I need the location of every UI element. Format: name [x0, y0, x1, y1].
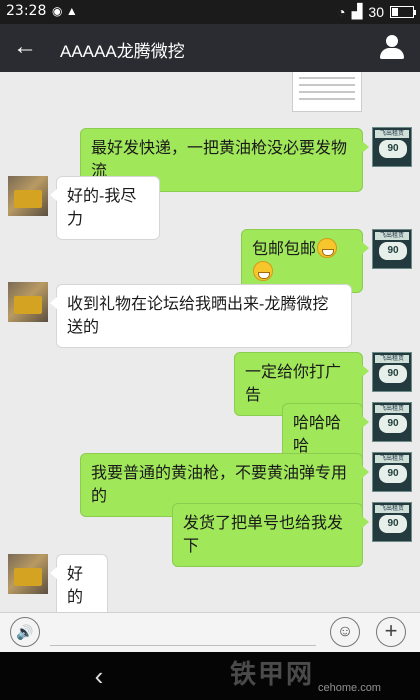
profile-icon: ▲	[65, 4, 78, 18]
my-avatar[interactable]: 飞出租赁 90	[372, 502, 412, 542]
avatar-badge: 90	[379, 140, 407, 158]
avatar-badge: 90	[379, 365, 407, 383]
contact-avatar[interactable]	[8, 554, 48, 594]
grin-emoji-icon	[253, 261, 273, 281]
avatar-top-text: 飞出租赁	[375, 355, 409, 363]
contact-avatar[interactable]	[8, 282, 48, 322]
status-right: ◔ ▟ 30	[337, 3, 416, 20]
my-avatar[interactable]: 飞出租赁 90	[372, 127, 412, 167]
my-avatar[interactable]: 飞出租赁 90	[372, 452, 412, 492]
nav-back-icon[interactable]: ‹	[86, 661, 112, 691]
navigation-bar: ‹ 铁甲网 cehome.com	[0, 652, 420, 700]
battery-icon	[390, 5, 416, 18]
message-text: 一定给你打广告	[245, 364, 342, 404]
chat-area[interactable]: 最好发快递，一把黄油枪没必要发物流 飞出租赁 90 好的-我尽力 包邮包邮 飞出…	[0, 72, 420, 612]
message-bubble-outgoing[interactable]: 发货了把单号也给我发下	[172, 503, 369, 567]
input-bar: 🔊 ☺ +	[0, 612, 420, 652]
message-text: 最好发快递，一把黄油枪没必要发物流	[91, 140, 348, 180]
message-text: 包邮包邮	[252, 241, 317, 258]
preview-line	[299, 84, 355, 86]
wifi-icon: ◔	[337, 3, 346, 20]
back-arrow-icon[interactable]: ←	[10, 32, 40, 62]
my-avatar[interactable]: 飞出租赁 90	[372, 352, 412, 392]
signal-icon: ▟	[351, 3, 363, 19]
message-text: 好的	[67, 566, 84, 606]
avatar-top-text: 飞出租赁	[375, 232, 409, 240]
message-text: 好的-我尽力	[67, 188, 137, 228]
eye-icon: ◉	[52, 4, 63, 18]
avatar-badge: 90	[379, 515, 407, 533]
avatar-badge: 90	[379, 415, 407, 433]
status-bar: 23:28 ◉ ▲ ◔ ▟ 30	[0, 0, 420, 24]
my-avatar[interactable]: 飞出租赁 90	[372, 229, 412, 269]
profile-shoulders	[380, 48, 404, 59]
avatar-top-text: 飞出租赁	[375, 505, 409, 513]
battery-text: 30	[368, 3, 384, 20]
avatar-badge: 90	[379, 242, 407, 260]
contact-avatar[interactable]	[8, 176, 48, 216]
message-bubble-incoming[interactable]: 好的-我尽力	[50, 176, 160, 240]
message-text: 收到礼物在论坛给我晒出来-龙腾微挖送的	[67, 296, 329, 336]
image-message-preview[interactable]	[292, 72, 362, 112]
preview-line	[299, 98, 355, 100]
voice-input-icon[interactable]: 🔊	[10, 617, 40, 647]
chat-profile-icon[interactable]	[380, 35, 404, 61]
chat-title: AAAAA龙腾微挖	[60, 42, 185, 61]
preview-line	[299, 77, 355, 79]
status-time: 23:28	[6, 3, 47, 19]
avatar-badge: 90	[379, 465, 407, 483]
watermark: 铁甲网	[230, 659, 315, 689]
plus-icon[interactable]: +	[376, 617, 406, 647]
message-input[interactable]	[50, 622, 316, 646]
message-bubble-incoming[interactable]: 好的	[50, 554, 108, 612]
grin-emoji-icon	[317, 238, 338, 258]
message-text: 发货了把单号也给我发下	[183, 515, 344, 555]
preview-line	[299, 91, 355, 93]
notification-icons: ◉ ▲	[52, 4, 78, 18]
message-text: 哈哈哈哈	[293, 415, 342, 455]
message-text: 我要普通的黄油枪，不要黄油弹专用的	[91, 465, 348, 505]
avatar-top-text: 飞出租赁	[375, 130, 409, 138]
avatar-top-text: 飞出租赁	[375, 455, 409, 463]
watermark-url: cehome.com	[318, 682, 381, 694]
profile-head	[386, 35, 398, 47]
battery-level	[392, 7, 398, 16]
message-bubble-incoming[interactable]: 收到礼物在论坛给我晒出来-龙腾微挖送的	[50, 284, 352, 348]
title-bar: ← AAAAA龙腾微挖	[0, 24, 420, 72]
avatar-top-text: 飞出租赁	[375, 405, 409, 413]
my-avatar[interactable]: 飞出租赁 90	[372, 402, 412, 442]
emoji-icon[interactable]: ☺	[330, 617, 360, 647]
